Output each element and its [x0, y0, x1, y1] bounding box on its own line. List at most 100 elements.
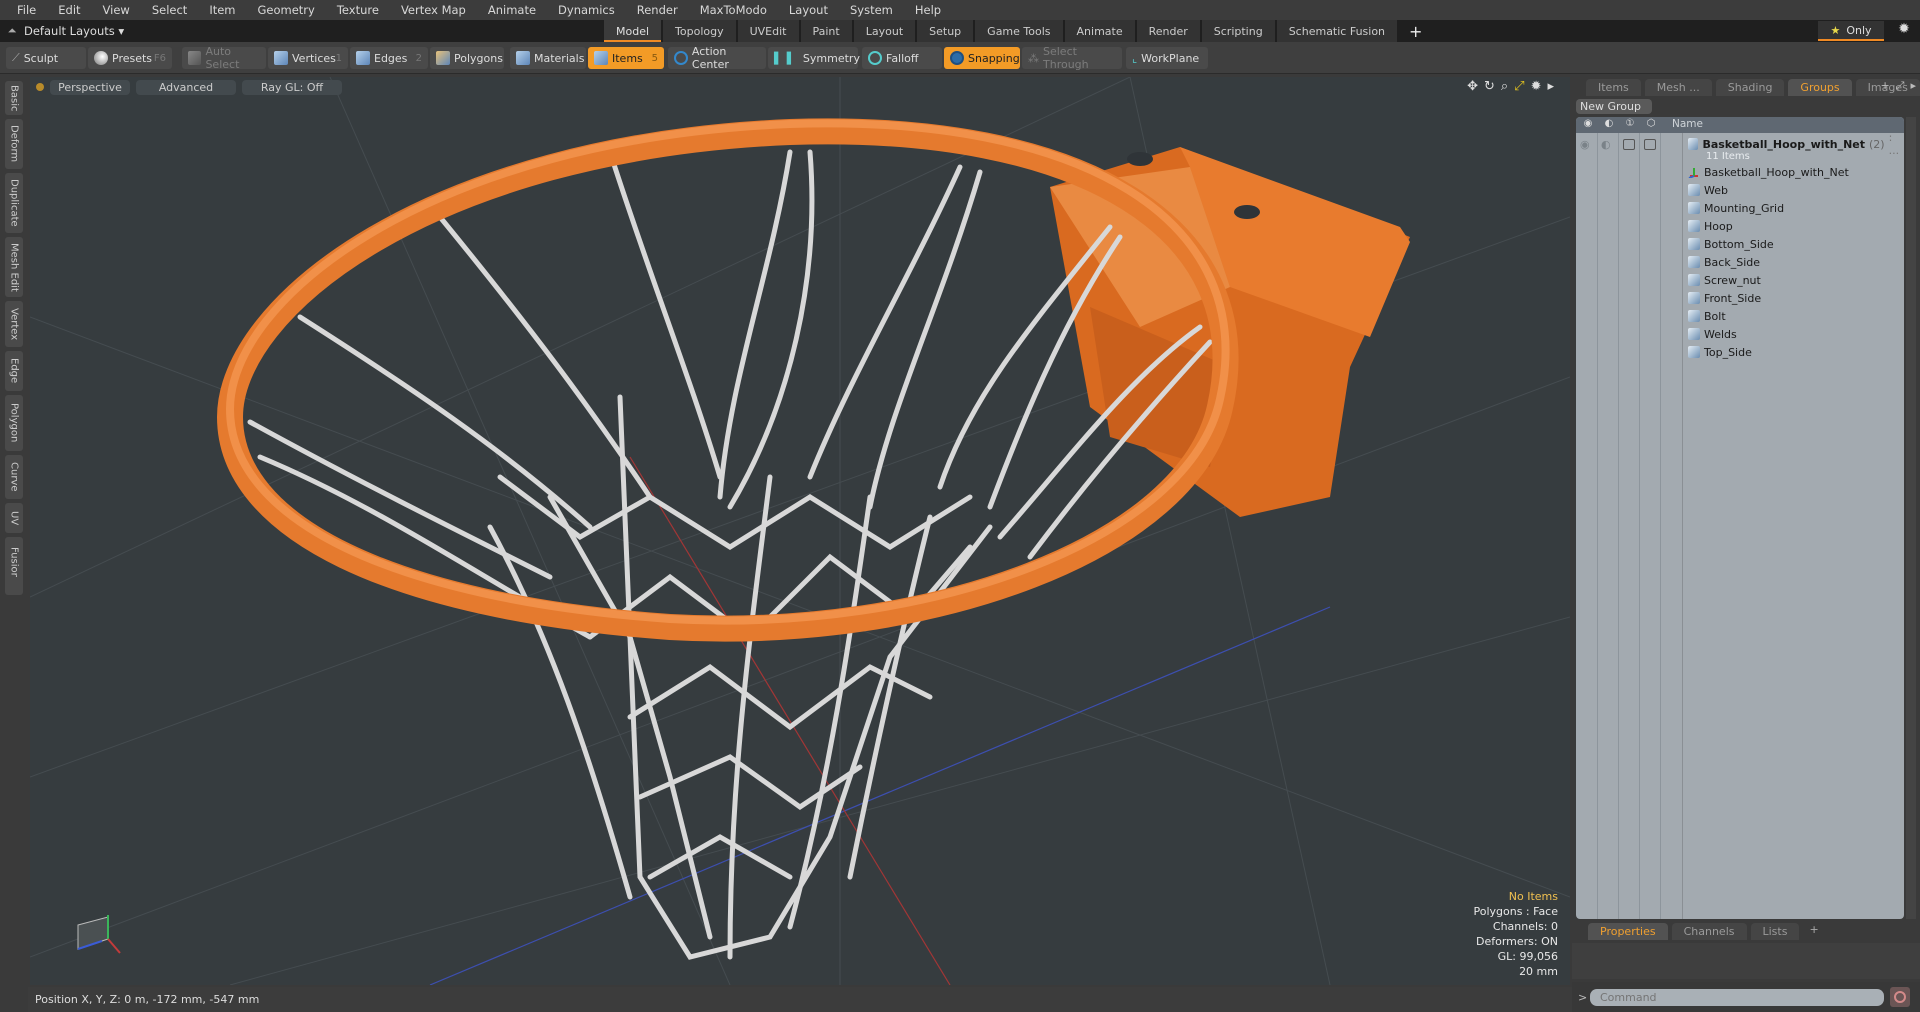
polygons-button[interactable]: Polygons: [430, 47, 504, 69]
tab-basic[interactable]: Basic: [5, 81, 23, 115]
items-button[interactable]: Items 5: [588, 47, 664, 69]
action-center-button[interactable]: Action Center: [668, 45, 766, 71]
shading-mode-button[interactable]: Advanced: [136, 79, 236, 95]
tab-shading[interactable]: Shading: [1715, 79, 1785, 96]
add-tab-icon[interactable]: +: [1880, 79, 1889, 93]
workplane-button[interactable]: ⌞ WorkPlane: [1126, 47, 1208, 69]
raygl-button[interactable]: Ray GL: Off: [242, 79, 342, 95]
tab-lists[interactable]: Lists: [1750, 923, 1800, 940]
menu-file[interactable]: File: [6, 3, 47, 17]
falloff-button[interactable]: Falloff: [862, 47, 942, 69]
menu-help[interactable]: Help: [904, 3, 952, 17]
tab-topology[interactable]: Topology: [663, 20, 738, 42]
list-item[interactable]: Back_Side: [1576, 253, 1904, 271]
tab-animate[interactable]: Animate: [1064, 20, 1137, 42]
collapse-icon[interactable]: ⏶: [0, 24, 24, 38]
edges-button[interactable]: Edges 2: [350, 47, 428, 69]
menu-dynamics[interactable]: Dynamics: [547, 3, 626, 17]
list-item[interactable]: Front_Side: [1576, 289, 1904, 307]
tab-deform[interactable]: Deform: [5, 119, 23, 169]
tab-game-tools[interactable]: Game Tools: [975, 20, 1065, 42]
menu-view[interactable]: View: [92, 3, 141, 17]
tab-render[interactable]: Render: [1136, 20, 1202, 42]
3d-viewport[interactable]: Perspective Advanced Ray GL: Off ✥ ↻ ⌕ ⤢…: [30, 77, 1570, 985]
lock-icon[interactable]: ①: [1622, 118, 1638, 132]
tab-scripting[interactable]: Scripting: [1201, 20, 1277, 42]
select-toggle[interactable]: [1644, 138, 1656, 150]
viewport-gear-icon[interactable]: ✹: [1531, 79, 1542, 94]
lock-toggle[interactable]: [1623, 138, 1635, 150]
expand-arrow-icon[interactable]: ▸: [1547, 79, 1554, 94]
auto-select-button[interactable]: Auto Select: [182, 45, 266, 71]
visibility-icon[interactable]: ◉: [1580, 118, 1596, 132]
list-item[interactable]: Basketball_Hoop_with_Net: [1576, 163, 1904, 181]
tab-uvedit[interactable]: UVEdit: [737, 20, 801, 42]
list-item[interactable]: Bottom_Side: [1576, 235, 1904, 253]
list-item[interactable]: Mounting_Grid: [1576, 199, 1904, 217]
pan-icon[interactable]: ✥: [1467, 79, 1478, 94]
tab-layout[interactable]: Layout: [853, 20, 918, 42]
tab-channels[interactable]: Channels: [1671, 923, 1747, 940]
command-history-button[interactable]: [1890, 987, 1910, 1007]
list-item[interactable]: Top_Side: [1576, 343, 1904, 361]
tab-setup[interactable]: Setup: [917, 20, 976, 42]
extra-tab[interactable]: [5, 577, 23, 595]
groups-scrollbar[interactable]: [1906, 117, 1916, 919]
menu-texture[interactable]: Texture: [326, 3, 390, 17]
tab-duplicate[interactable]: Duplicate: [5, 173, 23, 233]
menu-item[interactable]: Item: [198, 3, 246, 17]
command-input[interactable]: [1590, 988, 1884, 1006]
tab-mesh[interactable]: Mesh ...: [1644, 79, 1712, 96]
gear-icon[interactable]: ✹: [1894, 21, 1914, 41]
menu-render[interactable]: Render: [626, 3, 689, 17]
fit-icon[interactable]: ⤢: [1514, 79, 1524, 94]
menu-system[interactable]: System: [839, 3, 904, 17]
tab-edge[interactable]: Edge: [5, 351, 23, 391]
tab-vertex[interactable]: Vertex: [5, 301, 23, 347]
layout-dropdown[interactable]: Default Layouts ▾: [24, 24, 604, 38]
tab-items[interactable]: Items: [1586, 79, 1641, 96]
menu-animate[interactable]: Animate: [477, 3, 547, 17]
new-group-button[interactable]: New Group: [1576, 99, 1652, 114]
tab-uv[interactable]: UV: [5, 503, 23, 533]
name-column-header[interactable]: Name: [1672, 118, 1703, 130]
list-item[interactable]: Hoop: [1576, 217, 1904, 235]
menu-geometry[interactable]: Geometry: [247, 3, 326, 17]
snapping-button[interactable]: Snapping: [944, 47, 1020, 69]
select-through-button[interactable]: ⁂ Select Through: [1022, 45, 1122, 71]
only-button[interactable]: ★ Only: [1818, 21, 1884, 41]
tab-paint[interactable]: Paint: [800, 20, 854, 42]
menu-select[interactable]: Select: [141, 3, 198, 17]
list-item[interactable]: Welds: [1576, 325, 1904, 343]
menu-maxtomodo[interactable]: MaxToModo: [689, 3, 778, 17]
materials-button[interactable]: Materials: [510, 47, 586, 69]
presets-button[interactable]: Presets F6: [88, 47, 172, 69]
sculpt-button[interactable]: ⟋ Sculpt: [6, 47, 86, 69]
select-icon[interactable]: ⬡: [1643, 118, 1659, 132]
maximize-icon[interactable]: ⤢: [1896, 79, 1905, 93]
tab-mesh-edit[interactable]: Mesh Edit: [5, 237, 23, 297]
record-icon: [1894, 991, 1906, 1003]
view-type-button[interactable]: Perspective: [50, 79, 130, 95]
render-icon[interactable]: ◐: [1601, 118, 1617, 132]
zoom-icon[interactable]: ⌕: [1501, 79, 1508, 94]
symmetry-button[interactable]: ▌▐ Symmetry: [768, 47, 860, 69]
add-tab-icon[interactable]: +: [1803, 923, 1824, 941]
vertices-button[interactable]: Vertices 1: [268, 47, 348, 69]
menu-edit[interactable]: Edit: [47, 3, 91, 17]
list-item[interactable]: Screw_nut: [1576, 271, 1904, 289]
menu-layout[interactable]: Layout: [778, 3, 839, 17]
add-tab-button[interactable]: +: [1399, 20, 1432, 42]
viewport-menu-dot[interactable]: [36, 83, 44, 91]
tab-properties[interactable]: Properties: [1588, 923, 1668, 940]
rotate-icon[interactable]: ↻: [1484, 79, 1495, 94]
tab-groups[interactable]: Groups: [1788, 79, 1852, 96]
expand-arrow-icon[interactable]: ▸: [1910, 79, 1916, 93]
list-item[interactable]: Bolt: [1576, 307, 1904, 325]
menu-vertex-map[interactable]: Vertex Map: [390, 3, 477, 17]
tab-schematic-fusion[interactable]: Schematic Fusion: [1276, 20, 1400, 42]
tab-curve[interactable]: Curve: [5, 455, 23, 499]
tab-model[interactable]: Model: [604, 20, 664, 42]
tab-polygon[interactable]: Polygon: [5, 395, 23, 451]
list-item[interactable]: Web: [1576, 181, 1904, 199]
